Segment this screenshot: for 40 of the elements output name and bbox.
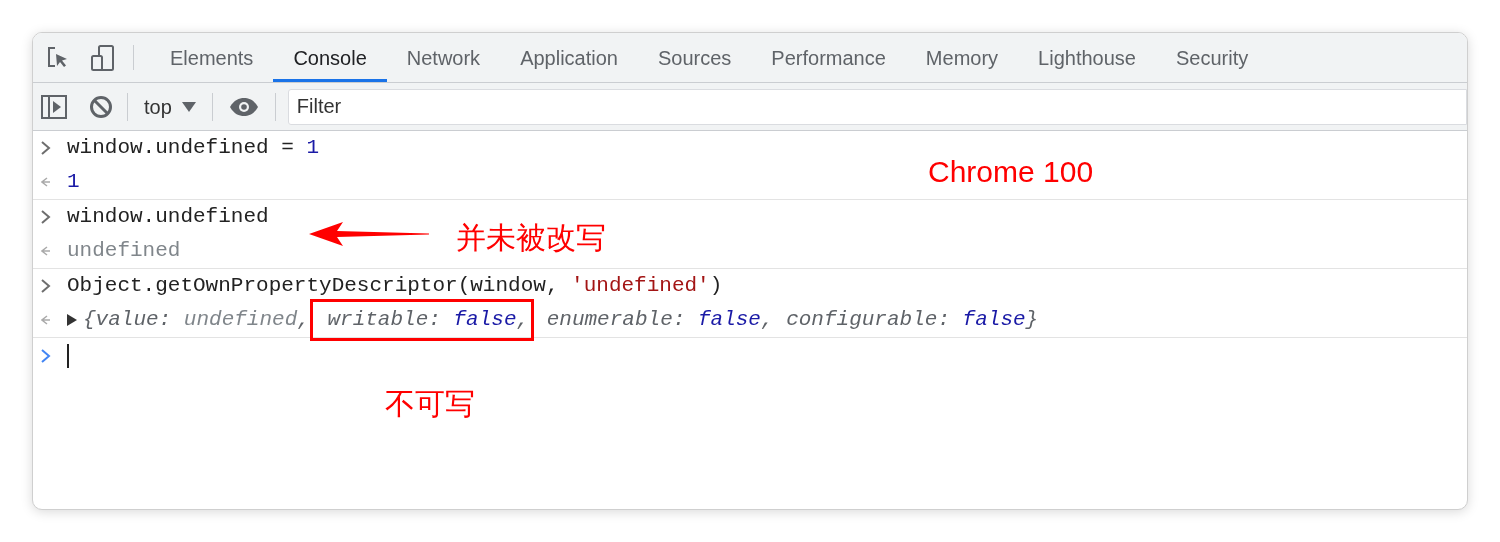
console-token: {value: (83, 307, 173, 334)
console-token: undefined (183, 307, 298, 334)
command-text: Object.getOwnPropertyDescriptor(window, 'undefined') (67, 273, 723, 300)
clear-console-icon[interactable] (89, 94, 113, 119)
result-arrow-icon (41, 246, 51, 256)
tab[interactable]: Memory (905, 33, 1019, 82)
console-token: enumerable: (545, 307, 687, 334)
console-token: , configurable: (760, 307, 951, 334)
console-token: false (962, 307, 1026, 334)
console-token: } (1025, 307, 1039, 334)
console-token: false (697, 307, 761, 334)
result-arrow-icon (41, 315, 51, 325)
result-text: 1 (67, 169, 80, 196)
highlight-box: writable: false, (309, 299, 535, 341)
context-dropdown[interactable]: top (128, 91, 212, 122)
tab[interactable]: Network (386, 33, 501, 82)
caret-icon (181, 101, 196, 112)
device-toolbar-icon[interactable] (89, 43, 117, 72)
annotation-label: Chrome 100 (928, 154, 1094, 190)
prompt-icon (41, 349, 51, 363)
result-text: undefined (67, 238, 181, 265)
input-prompt-icon (41, 279, 51, 293)
annotation-label: 不可写 (385, 386, 475, 422)
expand-triangle-icon[interactable] (67, 314, 77, 326)
command-text: window.undefined (67, 204, 269, 231)
filter-field[interactable]: Filter (287, 88, 1467, 125)
tab[interactable]: Sources (637, 33, 752, 82)
input-prompt-icon (41, 210, 51, 224)
sidebar-toggle-icon[interactable] (41, 94, 67, 119)
input-prompt-icon (41, 141, 51, 155)
tab[interactable]: Lighthouse (1018, 33, 1156, 82)
tab[interactable]: Performance (751, 33, 906, 82)
annotation-label: 并未被改写 (456, 220, 606, 256)
eye-icon[interactable] (228, 96, 259, 117)
tab[interactable]: Elements (150, 33, 274, 82)
tab[interactable]: Security (1155, 33, 1269, 82)
tab[interactable]: Application (500, 33, 638, 82)
result-arrow-icon (41, 177, 51, 187)
console-token: , (297, 307, 310, 334)
command-text: window.undefined = 1 (67, 135, 320, 162)
